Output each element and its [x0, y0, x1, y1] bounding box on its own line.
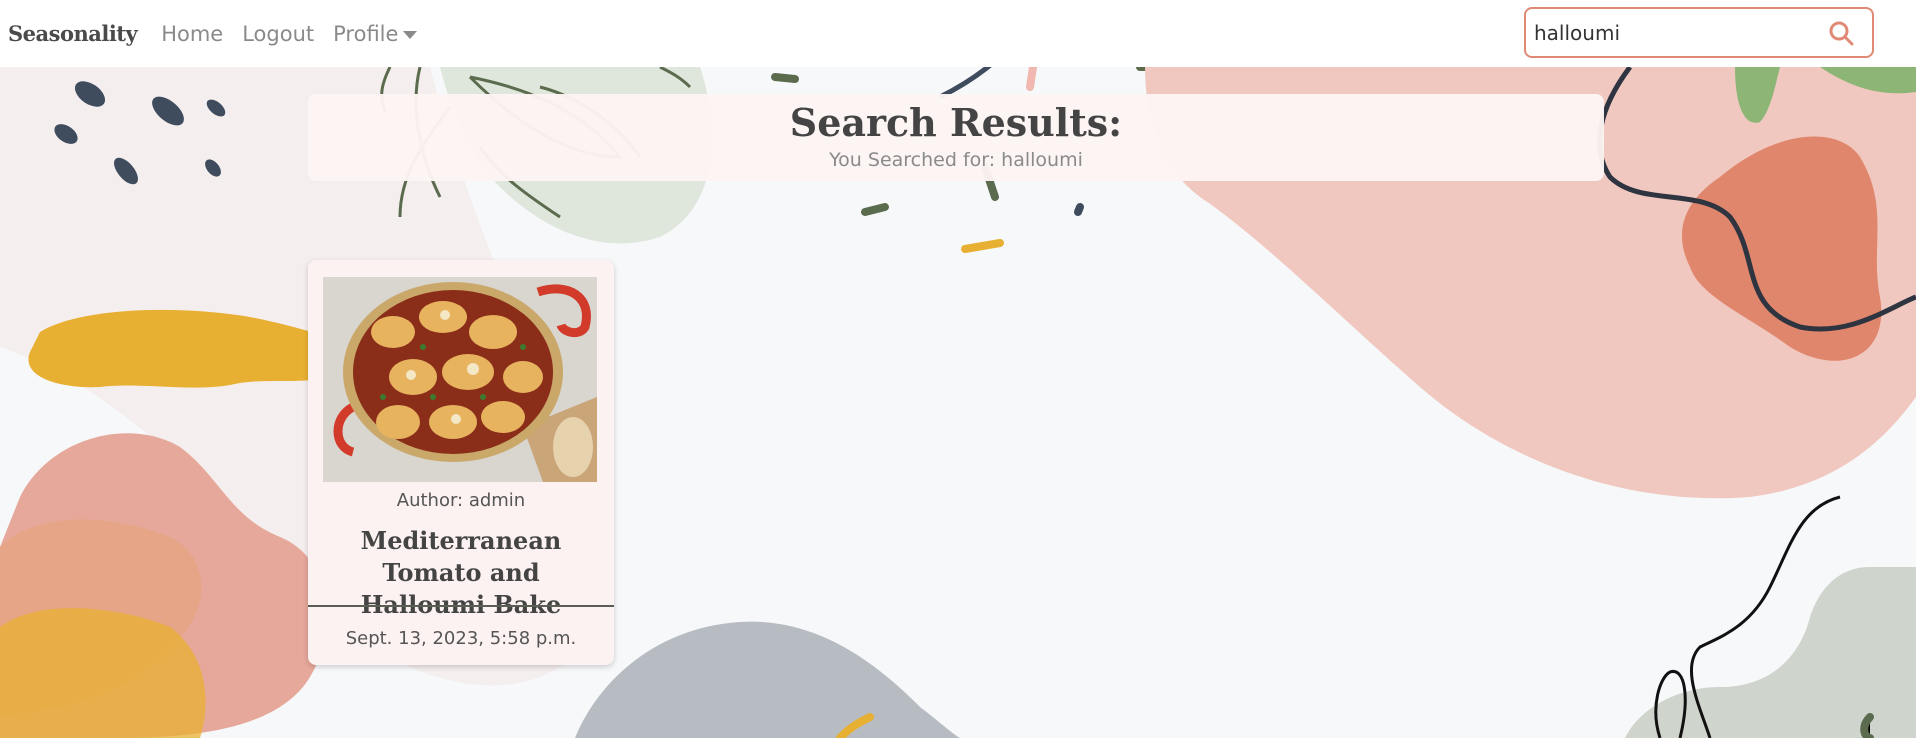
page-title: Search Results:: [789, 100, 1123, 145]
card-divider: [308, 605, 614, 607]
search-icon[interactable]: [1828, 20, 1854, 46]
recipe-card[interactable]: Author: admin Mediterranean Tomato and H…: [308, 260, 614, 665]
nav-profile-label: Profile: [333, 21, 399, 46]
card-author: Author: admin: [396, 490, 526, 511]
recipe-image[interactable]: [323, 277, 597, 482]
brand-logo[interactable]: Seasonality: [8, 21, 138, 46]
card-date: Sept. 13, 2023, 5:58 p.m.: [345, 628, 577, 649]
navbar: Seasonality Home Logout Profile: [0, 0, 1916, 67]
search-summary: You Searched for: halloumi: [829, 148, 1083, 171]
results-header: Search Results: You Searched for: hallou…: [308, 94, 1604, 181]
nav-home-link[interactable]: Home: [161, 22, 223, 46]
nav-logout-link[interactable]: Logout: [242, 22, 314, 46]
search-form: [1524, 7, 1874, 58]
search-input[interactable]: [1534, 20, 1814, 45]
caret-down-icon: [403, 31, 418, 39]
nav-profile-dropdown[interactable]: Profile: [333, 21, 418, 46]
